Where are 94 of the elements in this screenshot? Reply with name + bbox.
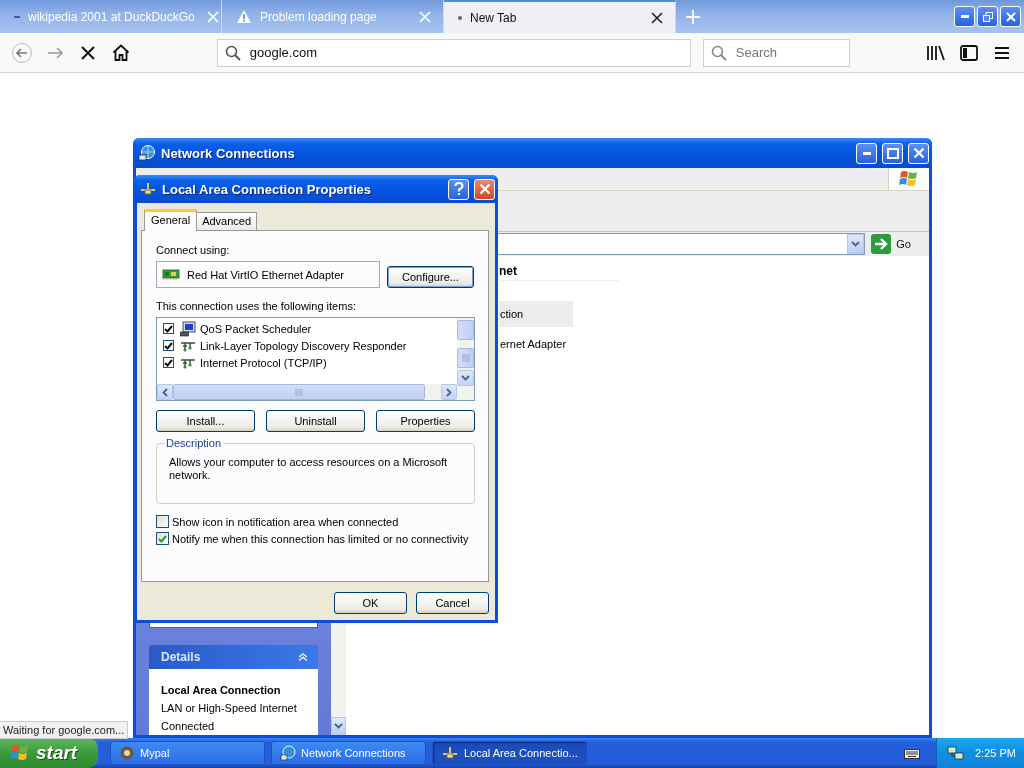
connection-label[interactable]: ernet Adapter (499, 335, 573, 353)
action-button[interactable]: Uninstall (266, 410, 365, 432)
forward-arrow-icon (45, 45, 64, 60)
configure-button[interactable]: Configure... (387, 266, 474, 288)
protocol-icon (180, 339, 196, 352)
minimize-icon (862, 151, 871, 155)
dot-icon (458, 15, 462, 20)
scrollbar[interactable] (457, 318, 474, 400)
dialog-tab[interactable]: Advanced (196, 212, 258, 230)
taskbar-button[interactable]: Local Area Connectio... (432, 741, 587, 765)
dialog-title: Local Area Connection Properties (162, 181, 371, 197)
list-item[interactable]: Link-Layer Topology Discovery Responder (163, 337, 457, 354)
caret-icon (334, 723, 343, 729)
checkbox[interactable] (163, 323, 174, 334)
action-button[interactable]: Properties (376, 410, 475, 432)
close-icon (912, 147, 925, 159)
clock: 2:25 PM (975, 747, 1016, 759)
taskbar-button[interactable]: Mypal (110, 741, 265, 765)
status-text: Waiting for google.com... (0, 721, 129, 739)
close-button[interactable] (474, 178, 495, 200)
checkbox-label[interactable]: Notify me when this connection has limited or no connectivity (172, 532, 469, 545)
grip-icon[interactable] (295, 388, 303, 396)
search-icon (710, 44, 727, 61)
close-icon (1005, 11, 1016, 22)
checkbox[interactable] (156, 515, 169, 528)
checkbox[interactable] (156, 532, 169, 545)
details-header[interactable]: Details (149, 645, 318, 669)
network-icon (280, 745, 296, 761)
list-item[interactable]: Internet Protocol (TCP/IP) (163, 354, 457, 371)
connection-status: Connected (161, 719, 216, 734)
maximize-icon (886, 147, 899, 159)
protocol-icon (180, 356, 196, 369)
connect-using-label: Connect using: (156, 243, 231, 257)
help-button[interactable] (448, 178, 469, 200)
computer-icon (180, 320, 196, 337)
group-header: net (499, 262, 619, 281)
stop-icon (81, 45, 95, 60)
group-label: Description (164, 437, 224, 449)
connection-name: Local Area Connection (161, 683, 282, 698)
close-icon (478, 183, 491, 195)
panel-title: Details (161, 650, 201, 664)
close-icon (206, 10, 219, 23)
network-icon (138, 144, 156, 162)
close-icon (419, 10, 431, 23)
items-label: This connection uses the following items: (156, 299, 357, 313)
minimize-button[interactable] (954, 6, 975, 27)
adapter-name: Red Hat VirtIO Ethernet Adapter (187, 268, 344, 281)
windows-logo-icon (10, 744, 30, 762)
checkbox-label[interactable]: Show icon in notification area when connected (172, 515, 399, 528)
url-field[interactable]: google.com (216, 38, 691, 67)
search-field[interactable]: Search (702, 38, 851, 67)
start-button[interactable]: start (0, 738, 98, 768)
question-mark-icon (453, 182, 464, 196)
caret-icon (851, 241, 861, 247)
menu-icon (994, 45, 1011, 60)
restore-icon (982, 11, 993, 22)
warning-icon (236, 9, 252, 24)
restore-button[interactable] (977, 6, 998, 27)
plus-icon (686, 9, 700, 24)
close-icon (651, 11, 663, 24)
maximize-button[interactable] (882, 142, 903, 164)
dialog-button[interactable]: Cancel (416, 592, 489, 614)
description-text: Allows your computer to access resources on a Microsoft network. (169, 456, 449, 482)
dialog-button[interactable]: OK (334, 592, 407, 614)
network-status-icon[interactable] (947, 745, 965, 761)
checkbox[interactable] (163, 340, 174, 351)
checkbox[interactable] (163, 357, 174, 368)
network-connection-icon (441, 746, 459, 760)
dialog-tab[interactable]: General (144, 209, 198, 231)
grip-icon[interactable] (461, 354, 470, 362)
go-button[interactable]: Go (869, 234, 925, 254)
browser-tab[interactable]: New Tab (444, 0, 676, 33)
window-title: Network Connections (161, 145, 295, 161)
close-button[interactable] (1000, 6, 1021, 27)
list-item[interactable]: QoS Packet Scheduler (163, 320, 457, 337)
minimize-icon (960, 15, 969, 18)
connection-type: LAN or High-Speed Internet (161, 701, 298, 716)
library-icon (926, 44, 947, 61)
scrollbar[interactable] (157, 384, 457, 400)
connection-label[interactable]: ction (499, 301, 573, 327)
windows-logo-icon (899, 169, 919, 189)
browser-icon (119, 745, 135, 761)
minimize-button[interactable] (856, 142, 877, 164)
network-card-icon (162, 268, 180, 281)
home-icon (112, 44, 131, 61)
taskbar-button[interactable]: Network Connections (271, 741, 426, 765)
search-icon (224, 44, 241, 61)
network-connection-icon (139, 182, 157, 196)
close-button[interactable] (908, 142, 929, 164)
keyboard-icon[interactable] (904, 747, 920, 759)
chevron-icon[interactable] (298, 653, 308, 661)
action-button[interactable]: Install... (156, 410, 255, 432)
dropdown-button[interactable] (847, 234, 865, 254)
sidebar-icon (960, 44, 979, 61)
